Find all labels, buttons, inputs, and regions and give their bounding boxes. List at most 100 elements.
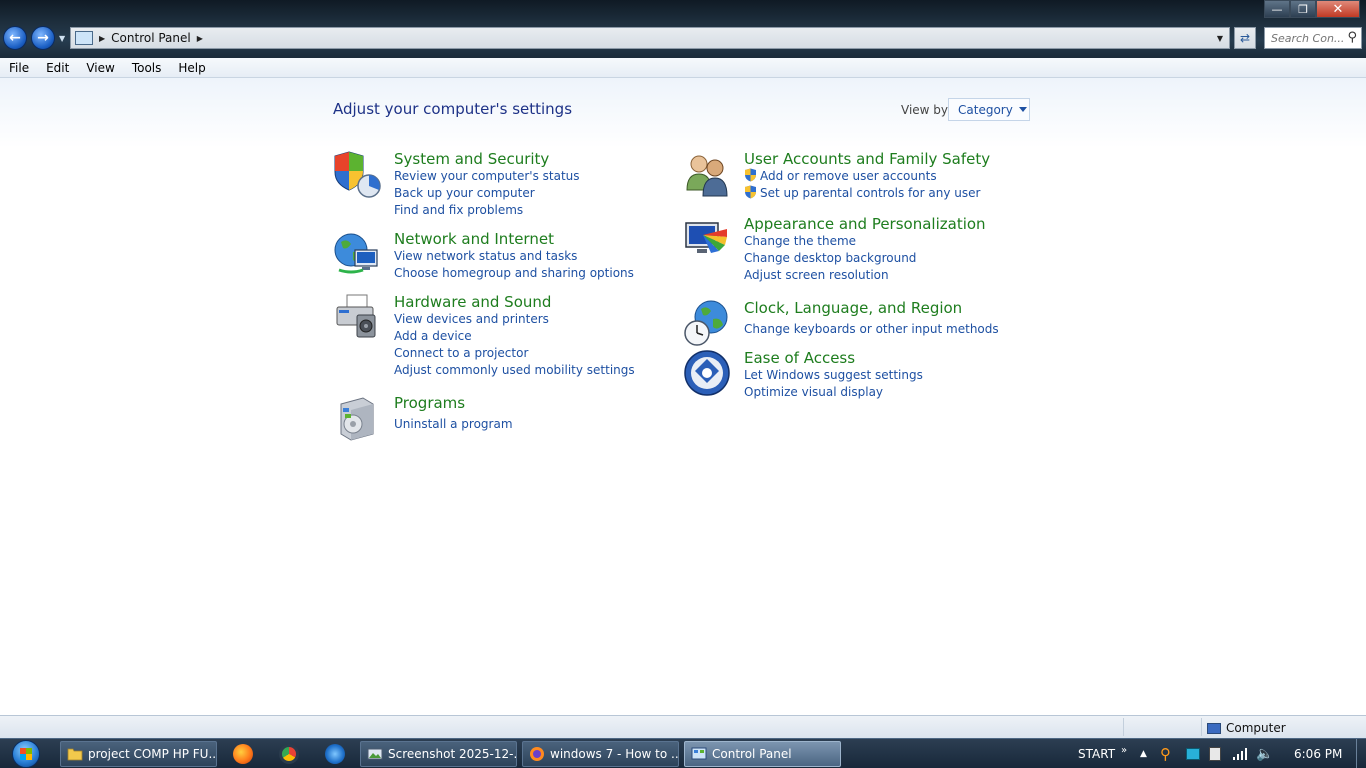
category-title[interactable]: Appearance and Personalization [744, 215, 986, 233]
view-by-label: View by: [901, 103, 952, 117]
control-panel-content: Adjust your computer's settings View by:… [0, 78, 1366, 715]
globe-clock-icon[interactable] [683, 299, 731, 347]
breadcrumb-control-panel[interactable]: Control Panel [111, 31, 191, 45]
status-divider [1123, 718, 1124, 736]
menu-file[interactable]: File [0, 58, 37, 77]
show-desktop-button[interactable] [1356, 739, 1366, 768]
breadcrumb-arrow-icon[interactable]: ▶ [197, 34, 203, 43]
link-homegroup-sharing[interactable]: Choose homegroup and sharing options [394, 265, 634, 282]
users-icon[interactable] [683, 150, 731, 198]
window-controls: — ❐ ✕ [1264, 0, 1360, 18]
chrome-icon[interactable] [279, 744, 299, 764]
status-bar: Computer [0, 715, 1366, 738]
category-title[interactable]: System and Security [394, 150, 549, 168]
media-player-icon[interactable] [325, 744, 345, 764]
show-hidden-icons-icon[interactable]: ▲ [1140, 739, 1147, 768]
clock-time: 6:06 PM [1294, 747, 1343, 761]
status-divider [1201, 718, 1202, 736]
menu-tools[interactable]: Tools [123, 58, 170, 77]
taskbar-item-folder[interactable]: project COMP HP FU... [60, 741, 217, 767]
forward-button[interactable]: → [31, 26, 55, 50]
link-network-status[interactable]: View network status and tasks [394, 248, 634, 265]
link-mobility-settings[interactable]: Adjust commonly used mobility settings [394, 362, 635, 379]
category-title[interactable]: Hardware and Sound [394, 293, 551, 311]
programs-box-icon[interactable] [333, 394, 381, 442]
search-icon[interactable]: ⚲ [1347, 30, 1357, 45]
link-uninstall-program[interactable]: Uninstall a program [394, 416, 513, 433]
control-panel-icon [691, 747, 707, 760]
recent-pages-dropdown[interactable]: ▼ [59, 34, 65, 43]
category-title[interactable]: Programs [394, 394, 465, 412]
network-drive-icon[interactable] [1186, 739, 1200, 768]
address-dropdown-icon[interactable]: ▼ [1217, 34, 1223, 43]
taskbar-item-control-panel[interactable]: Control Panel [684, 741, 841, 767]
search-icon[interactable]: ⚲ [1160, 739, 1171, 768]
menu-view[interactable]: View [77, 58, 122, 77]
menu-edit[interactable]: Edit [37, 58, 77, 77]
link-review-status[interactable]: Review your computer's status [394, 168, 580, 185]
page-title: Adjust your computer's settings [333, 100, 573, 118]
link-desktop-background[interactable]: Change desktop background [744, 250, 916, 267]
refresh-button[interactable]: ⇄ [1234, 27, 1256, 49]
uac-shield-icon [745, 168, 756, 182]
firefox-icon [530, 747, 544, 761]
tray-start-label[interactable]: START » [1078, 739, 1127, 768]
breadcrumb-arrow-icon[interactable]: ▶ [99, 34, 105, 43]
taskbar-item-label: project COMP HP FU... [88, 747, 217, 761]
search-box[interactable]: ⚲ [1264, 27, 1362, 49]
folder-icon [67, 748, 83, 761]
taskbar-item-label: Screenshot 2025-12-... [388, 747, 517, 761]
shield-chart-icon[interactable] [333, 150, 381, 198]
minimize-button[interactable]: — [1264, 0, 1290, 18]
globe-network-icon[interactable] [333, 230, 381, 278]
category-title[interactable]: User Accounts and Family Safety [744, 150, 990, 168]
link-label: Add or remove user accounts [760, 169, 937, 183]
window-titlebar: — ❐ ✕ ← → ▼ ▶ Control Panel ▶ ▼ ⇄ ⚲ [0, 0, 1366, 58]
link-add-device[interactable]: Add a device [394, 328, 635, 345]
link-parental-controls[interactable]: Set up parental controls for any user [744, 185, 980, 202]
link-change-keyboards[interactable]: Change keyboards or other input methods [744, 321, 999, 338]
ease-of-access-icon[interactable] [683, 349, 731, 397]
link-devices-printers[interactable]: View devices and printers [394, 311, 635, 328]
firefox-icon[interactable] [233, 744, 253, 764]
search-input[interactable] [1271, 31, 1345, 45]
back-button[interactable]: ← [3, 26, 27, 50]
status-location-label: Computer [1226, 721, 1286, 735]
address-bar[interactable]: ▶ Control Panel ▶ ▼ [70, 27, 1230, 49]
category-title[interactable]: Network and Internet [394, 230, 554, 248]
taskbar: project COMP HP FU... Screenshot 2025-12… [0, 738, 1366, 768]
link-add-remove-users[interactable]: Add or remove user accounts [744, 168, 980, 185]
taskbar-item-screenshot[interactable]: Screenshot 2025-12-... [360, 741, 517, 767]
printer-speaker-icon[interactable] [333, 293, 381, 341]
monitor-palette-icon[interactable] [683, 215, 731, 263]
device-icon[interactable] [1209, 739, 1221, 768]
menu-help[interactable]: Help [169, 58, 213, 77]
link-optimize-visual-display[interactable]: Optimize visual display [744, 384, 923, 401]
close-button[interactable]: ✕ [1316, 0, 1360, 18]
clock[interactable]: 6:06 PM [1294, 739, 1342, 768]
view-by-dropdown[interactable]: Category [948, 98, 1030, 121]
volume-icon[interactable]: 🔈 [1256, 739, 1273, 768]
link-find-fix-problems[interactable]: Find and fix problems [394, 202, 580, 219]
category-title[interactable]: Clock, Language, and Region [744, 299, 962, 317]
link-screen-resolution[interactable]: Adjust screen resolution [744, 267, 916, 284]
view-by-value: Category [958, 102, 1013, 117]
start-button[interactable] [6, 740, 46, 768]
chevron-right-icon: » [1121, 744, 1128, 756]
status-location: Computer [1207, 721, 1286, 735]
computer-icon [1207, 722, 1221, 734]
control-panel-icon [75, 31, 93, 45]
start-label: START [1078, 747, 1116, 761]
menu-bar: File Edit View Tools Help [0, 58, 1366, 78]
category-title[interactable]: Ease of Access [744, 349, 855, 367]
signal-bars-icon[interactable] [1232, 739, 1248, 768]
link-connect-projector[interactable]: Connect to a projector [394, 345, 635, 362]
uac-shield-icon [745, 185, 756, 199]
windows-logo-icon [12, 740, 40, 768]
maximize-button[interactable]: ❐ [1290, 0, 1316, 18]
link-back-up[interactable]: Back up your computer [394, 185, 580, 202]
taskbar-item-firefox[interactable]: windows 7 - How to ... [522, 741, 679, 767]
link-change-theme[interactable]: Change the theme [744, 233, 916, 250]
link-windows-suggest-settings[interactable]: Let Windows suggest settings [744, 367, 923, 384]
link-label: Set up parental controls for any user [760, 186, 981, 200]
